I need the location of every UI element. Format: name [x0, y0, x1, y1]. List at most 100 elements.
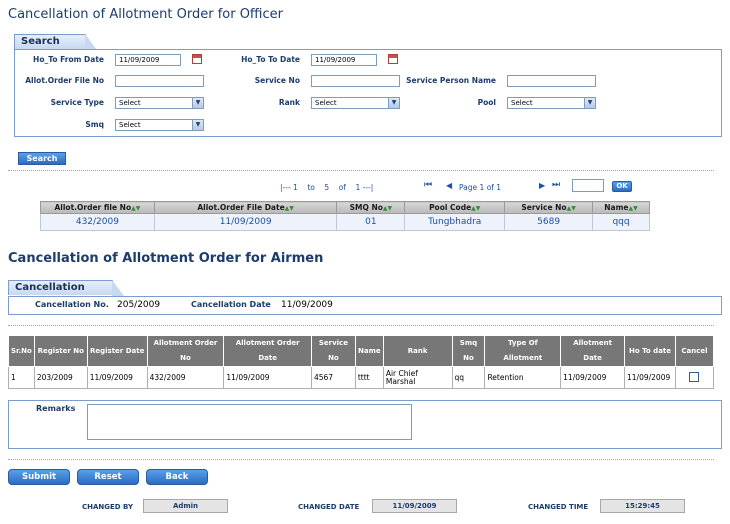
table-cell: 11/09/2009: [560, 366, 626, 389]
changed-by-value: Admin: [143, 499, 228, 513]
sort-icon[interactable]: ▲▼: [383, 205, 392, 212]
table-cell[interactable]: qqq: [592, 213, 650, 231]
back-button[interactable]: Back: [146, 469, 208, 485]
table-cell: 4567: [310, 366, 356, 389]
col-header[interactable]: Allot.Order file No▲▼: [40, 201, 155, 214]
airmen-table: Sr.No Register No Register Date Allotmen…: [8, 335, 715, 389]
pool-label: Pool: [477, 98, 496, 107]
col-header[interactable]: SMQ No▲▼: [336, 201, 406, 214]
chevron-down-icon: ▼: [388, 98, 399, 108]
service-no-input[interactable]: [311, 75, 400, 87]
search-tab[interactable]: Search: [14, 34, 97, 50]
smq-select[interactable]: Select ▼: [115, 119, 204, 131]
chevron-down-icon: ▼: [584, 98, 595, 108]
remarks-label: Remarks: [36, 404, 76, 413]
cancellation-no-label: Cancellation No.: [35, 300, 109, 309]
changed-by-label: CHANGED BY: [82, 503, 134, 511]
table-cell: 11/09/2009: [223, 366, 312, 389]
col-header[interactable]: Pool Code▲▼: [404, 201, 506, 214]
divider: [8, 170, 714, 171]
person-name-input[interactable]: [507, 75, 596, 87]
calendar-icon[interactable]: [192, 54, 202, 64]
rank-label: Rank: [278, 98, 300, 107]
search-button[interactable]: Search: [18, 152, 66, 165]
table-cell[interactable]: 01: [336, 213, 406, 231]
file-no-input[interactable]: [115, 75, 204, 87]
pool-select[interactable]: Select ▼: [507, 97, 596, 109]
page-title-officer: Cancellation of Allotment Order for Offi…: [8, 7, 283, 22]
divider: [8, 325, 714, 326]
sort-icon[interactable]: ▲▼: [131, 205, 140, 212]
service-type-select[interactable]: Select ▼: [115, 97, 204, 109]
table-cell: 432/2009: [146, 366, 225, 389]
col-header: Allotment Order No: [146, 335, 225, 367]
changed-date-label: CHANGED DATE: [298, 503, 360, 511]
submit-button[interactable]: Submit: [8, 469, 70, 485]
service-no-label: Service No: [254, 76, 300, 85]
col-header: Allotment Order Date: [223, 335, 312, 367]
smq-value: Select: [119, 121, 141, 129]
cancellation-date-value: 11/09/2009: [281, 300, 333, 310]
table-cell[interactable]: Tungbhadra: [404, 213, 506, 231]
table-cell: 11/09/2009: [86, 366, 148, 389]
cancellation-date-label: Cancellation Date: [191, 300, 271, 309]
smq-label: Smq: [85, 120, 104, 129]
col-header[interactable]: Service No▲▼: [504, 201, 594, 214]
col-header: Type Of Allotment: [484, 335, 562, 367]
pager-range: |--- 1 to 5 of 1 ---|: [280, 183, 374, 192]
rank-value: Select: [315, 99, 337, 107]
table-header-row: Sr.No Register No Register Date Allotmen…: [8, 335, 715, 367]
changed-date-value: 11/09/2009: [372, 499, 457, 513]
divider: [8, 459, 714, 460]
officer-table: Allot.Order file No▲▼ Allot.Order File D…: [40, 201, 650, 231]
page-indicator: Page 1 of 1: [459, 183, 502, 192]
table-cell[interactable]: 432/2009: [40, 213, 155, 231]
pool-value: Select: [511, 99, 533, 107]
remarks-textarea[interactable]: [87, 404, 412, 440]
table-row[interactable]: 432/2009 11/09/2009 01 Tungbhadra 5689 q…: [40, 213, 650, 231]
file-no-label: Allot.Order File No: [25, 76, 104, 85]
col-header: Rank: [382, 335, 453, 367]
table-header-row: Allot.Order file No▲▼ Allot.Order File D…: [40, 201, 650, 214]
to-date-label: Ho_To To Date: [241, 55, 300, 64]
from-date-input[interactable]: [115, 54, 181, 66]
table-cell: Air Chief Marshal: [382, 366, 453, 389]
col-header: Smq No: [451, 335, 486, 367]
sort-icon[interactable]: ▲▼: [285, 205, 294, 212]
sort-icon[interactable]: ▲▼: [567, 205, 576, 212]
next-page-icon[interactable]: ▶: [539, 181, 545, 190]
from-date-label: Ho_To From Date: [33, 55, 104, 64]
col-header[interactable]: Allot.Order File Date▲▼: [153, 201, 338, 214]
service-type-label: Service Type: [50, 98, 104, 107]
cancellation-no-value: 205/2009: [117, 300, 161, 310]
cancel-checkbox[interactable]: [689, 371, 700, 382]
to-date-input[interactable]: [311, 54, 377, 66]
page-title-airmen: Cancellation of Allotment Order for Airm…: [8, 251, 324, 266]
col-header: Ho To date: [624, 335, 676, 367]
col-header[interactable]: Name▲▼: [592, 201, 650, 214]
col-header: Name: [354, 335, 384, 367]
col-header: Service No: [310, 335, 356, 367]
prev-page-icon[interactable]: ◀: [446, 181, 452, 190]
rank-select[interactable]: Select ▼: [311, 97, 400, 109]
changed-time-value: 15:29:45: [600, 499, 685, 513]
go-button[interactable]: OK: [612, 181, 632, 192]
col-header: Allotment Date: [560, 335, 626, 367]
table-cell: qq: [451, 366, 486, 389]
table-row: 1 203/2009 11/09/2009 432/2009 11/09/200…: [8, 366, 715, 389]
reset-button[interactable]: Reset: [77, 469, 139, 485]
sort-icon[interactable]: ▲▼: [471, 205, 480, 212]
table-cell: Retention: [484, 366, 562, 389]
col-header: Sr.No: [8, 335, 35, 367]
chevron-down-icon: ▼: [192, 98, 203, 108]
sort-icon[interactable]: ▲▼: [629, 205, 638, 212]
first-page-icon[interactable]: ⏮: [424, 180, 432, 190]
last-page-icon[interactable]: ⏭: [552, 180, 560, 190]
cancellation-tab[interactable]: Cancellation: [8, 280, 124, 296]
calendar-icon[interactable]: [388, 54, 398, 64]
table-cell[interactable]: 11/09/2009: [153, 213, 338, 231]
page-number-input[interactable]: [572, 179, 604, 192]
table-cell: [674, 366, 715, 389]
table-cell: 1: [8, 366, 35, 389]
table-cell[interactable]: 5689: [504, 213, 594, 231]
